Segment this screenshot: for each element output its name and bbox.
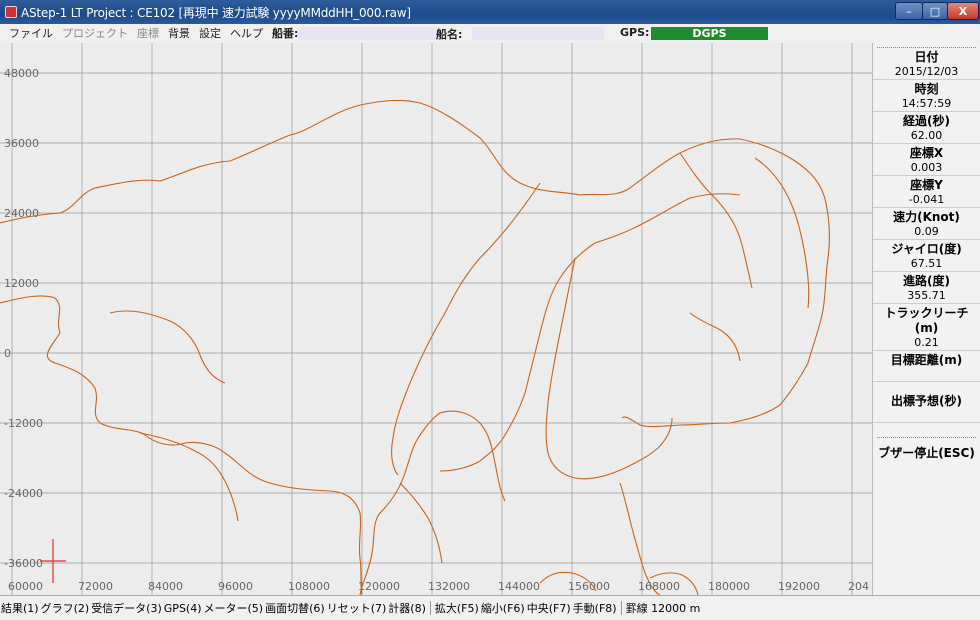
readout-field: 速力(Knot) 0.09 xyxy=(873,208,980,240)
readout-label: 座標X xyxy=(909,146,944,160)
app-icon xyxy=(5,6,17,18)
readout-field: 座標Y -0.041 xyxy=(873,176,980,208)
readout-panel: 日付 2015/12/03 時刻 14:57:59 経過(秒) 62.00 座標X 0.003… xyxy=(872,43,980,595)
x-tick-label: 72000 xyxy=(78,580,113,593)
x-tick-label: 168000 xyxy=(638,580,680,593)
x-tick-label: 60000 xyxy=(8,580,43,593)
function-key-button[interactable]: メーター(5) xyxy=(203,602,265,615)
coastline xyxy=(0,99,830,595)
function-key-button[interactable]: グラフ(2) xyxy=(40,602,91,615)
readout-value: 14:57:59 xyxy=(901,97,952,110)
function-keys: 結果(1) グラフ(2) 受信データ(3) GPS(4) メーター(5) 画面切替(6) リ… xyxy=(0,600,427,616)
view-keys: 拡大(F5) 縮小(F6) 中央(F7) 手動(F8) xyxy=(434,600,618,616)
x-tick-label: 204 xyxy=(848,580,869,593)
menu-settings[interactable]: 設定 xyxy=(199,25,221,41)
menu-file[interactable]: ファイル xyxy=(9,25,53,41)
window-title: AStep-1 LT Project : CE102 [再現中 速力試験 yyy… xyxy=(21,5,411,20)
function-key-button[interactable]: 縮小(F6) xyxy=(480,602,526,615)
panel-fields: 日付 2015/12/03 時刻 14:57:59 経過(秒) 62.00 座標X 0.003… xyxy=(873,48,980,423)
readout-field: 出標予想(秒) xyxy=(873,392,980,423)
menu-bar: ファイル プロジェクト 座標 背景 設定 ヘルプ 船番: 船名: GPS: DG… xyxy=(0,24,980,42)
y-tick-label: -24000 xyxy=(4,487,43,500)
maximize-button[interactable]: □ xyxy=(922,2,948,20)
function-key-button[interactable]: 結果(1) xyxy=(0,602,40,615)
readout-value: 0.003 xyxy=(910,161,943,174)
status-separator xyxy=(429,601,431,615)
menu-background[interactable]: 背景 xyxy=(168,25,190,41)
readout-value xyxy=(873,409,980,422)
readout-label: 座標Y xyxy=(910,178,943,192)
x-tick-label: 192000 xyxy=(778,580,820,593)
readout-field: 経過(秒) 62.00 xyxy=(873,112,980,144)
map-grid: 60000 72000 84000 96000 108000 120000 132000 14… xyxy=(0,43,872,595)
y-tick-label: 48000 xyxy=(4,67,39,80)
readout-value: 0.21 xyxy=(914,336,939,349)
function-key-button[interactable]: 拡大(F5) xyxy=(434,602,480,615)
readout-value: 67.51 xyxy=(910,257,943,270)
close-button[interactable]: X xyxy=(947,2,979,20)
app-window: AStep-1 LT Project : CE102 [再現中 速力試験 yyy… xyxy=(0,0,980,620)
readout-label: ジャイロ(度) xyxy=(891,242,962,256)
readout-field: トラックリーチ(m) 0.21 xyxy=(873,304,980,351)
map-canvas[interactable]: 60000 72000 84000 96000 108000 120000 132000 14… xyxy=(0,43,872,595)
buzzer-stop-button[interactable]: ブザー停止(ESC) xyxy=(873,444,980,461)
menu-help[interactable]: ヘルプ xyxy=(230,25,263,41)
readout-value: 2015/12/03 xyxy=(894,65,959,78)
readout-field: 目標距離(m) xyxy=(873,351,980,382)
readout-field: 時刻 14:57:59 xyxy=(873,80,980,112)
readout-value xyxy=(873,368,980,381)
ship-name-label: 船名: xyxy=(436,28,463,41)
ship-position-marker xyxy=(40,539,66,583)
ship-name-field xyxy=(472,27,604,40)
y-tick-label: 36000 xyxy=(4,137,39,150)
y-tick-label: 0 xyxy=(4,347,11,360)
y-tick-label: -36000 xyxy=(4,557,43,570)
readout-value: 355.71 xyxy=(907,289,946,302)
status-bar: 結果(1) グラフ(2) 受信データ(3) GPS(4) メーター(5) 画面切替(6) リ… xyxy=(0,595,980,620)
readout-field: 日付 2015/12/03 xyxy=(873,48,980,80)
readout-value: 0.09 xyxy=(914,225,939,238)
x-tick-label: 144000 xyxy=(498,580,540,593)
gps-status-badge: DGPS xyxy=(651,27,768,40)
function-key-button[interactable]: 計器(8) xyxy=(387,602,427,615)
readout-label: 目標距離(m) xyxy=(890,353,963,367)
grid-spacing-text: 罫線 12000 m xyxy=(625,602,701,615)
readout-label: トラックリーチ(m) xyxy=(884,306,969,335)
status-separator xyxy=(620,601,622,615)
readout-value: 62.00 xyxy=(910,129,943,142)
menu-coordinate[interactable]: 座標 xyxy=(137,25,159,41)
readout-label: 進路(度) xyxy=(903,274,950,288)
x-tick-label: 180000 xyxy=(708,580,750,593)
x-tick-label: 132000 xyxy=(428,580,470,593)
x-tick-label: 84000 xyxy=(148,580,183,593)
map-svg: 60000 72000 84000 96000 108000 120000 132000 14… xyxy=(0,43,872,595)
readout-label: 出標予想(秒) xyxy=(891,394,962,408)
function-key-button[interactable]: リセット(7) xyxy=(326,602,388,615)
menu-project[interactable]: プロジェクト xyxy=(62,25,128,41)
minimize-button[interactable]: – xyxy=(895,2,923,20)
ship-no-label: 船番: xyxy=(272,27,299,40)
ship-no-field xyxy=(298,26,439,40)
readout-field: 進路(度) 355.71 xyxy=(873,272,980,304)
function-key-button[interactable]: 画面切替(6) xyxy=(264,602,326,615)
title-bar: AStep-1 LT Project : CE102 [再現中 速力試験 yyy… xyxy=(0,0,980,24)
panel-divider-bottom xyxy=(877,437,976,438)
function-key-button[interactable]: 手動(F8) xyxy=(572,602,618,615)
readout-value: -0.041 xyxy=(908,193,945,206)
gps-label: GPS: xyxy=(620,26,650,39)
readout-label: 速力(Knot) xyxy=(893,210,960,224)
readout-label: 経過(秒) xyxy=(903,114,950,128)
x-tick-label: 120000 xyxy=(358,580,400,593)
y-tick-label: 12000 xyxy=(4,277,39,290)
readout-field: 座標X 0.003 xyxy=(873,144,980,176)
readout-label: 日付 xyxy=(914,50,939,64)
readout-field: ジャイロ(度) 67.51 xyxy=(873,240,980,272)
function-key-button[interactable]: 中央(F7) xyxy=(526,602,572,615)
x-tick-label: 108000 xyxy=(288,580,330,593)
readout-label: 時刻 xyxy=(914,82,939,96)
x-tick-label: 96000 xyxy=(218,580,253,593)
y-tick-label: -12000 xyxy=(4,417,43,430)
function-key-button[interactable]: GPS(4) xyxy=(163,602,203,615)
function-key-button[interactable]: 受信データ(3) xyxy=(90,602,163,615)
